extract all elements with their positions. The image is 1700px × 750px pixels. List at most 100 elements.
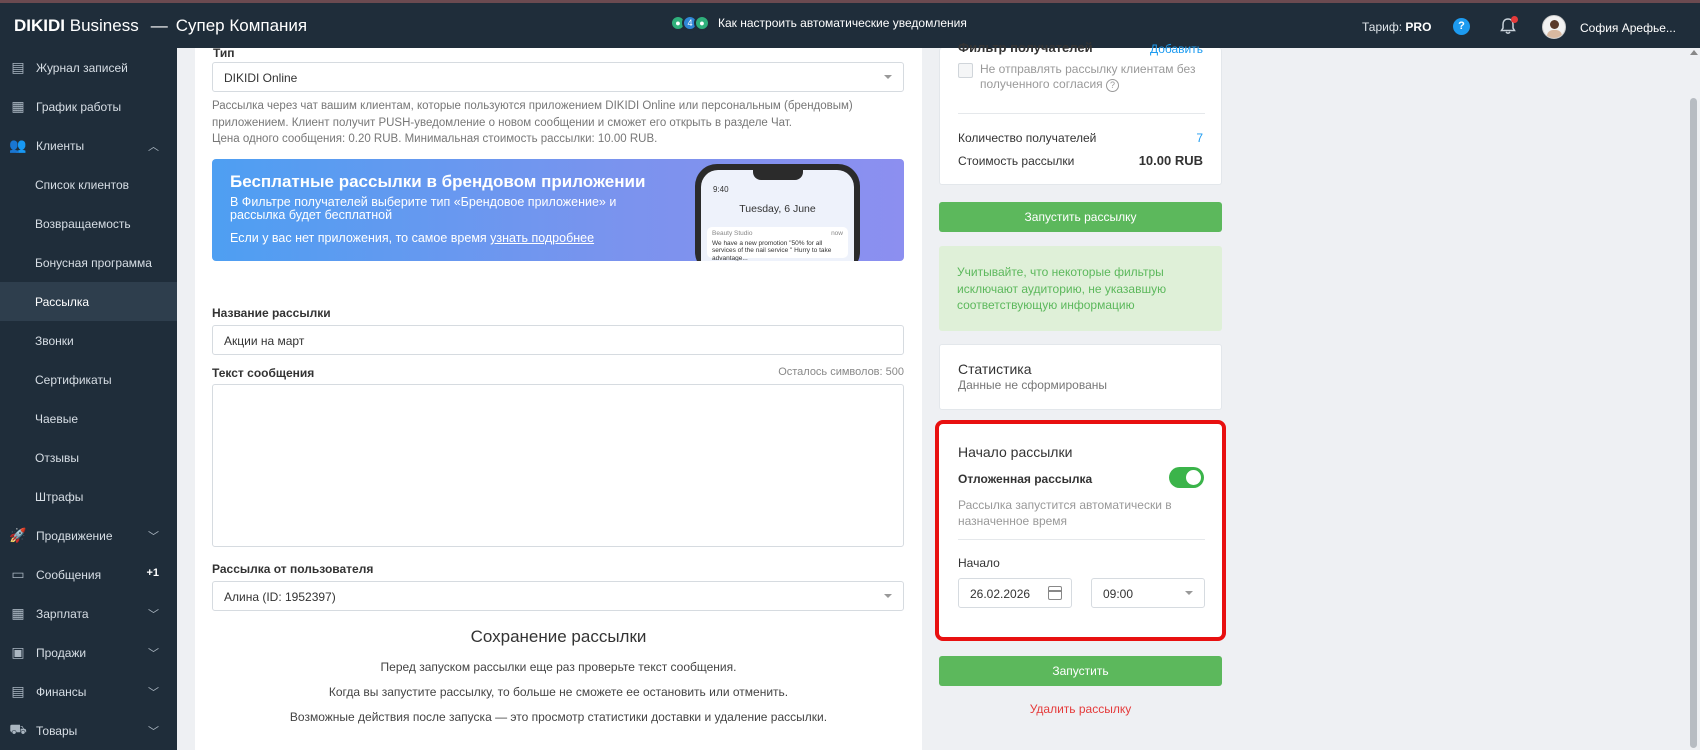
sidebar-item-label: Товары [36,723,78,738]
sidebar-item-journal[interactable]: ▤ Журнал записей [0,48,177,87]
toggle-knob [1186,470,1201,485]
deferred-toggle[interactable] [1169,467,1204,488]
launch-title: Начало рассылки [958,444,1073,460]
sidebar-item-label: Бонусная программа [35,255,152,270]
sidebar-item-calls[interactable]: Звонки [0,321,177,360]
sidebar-item-bonus[interactable]: Бонусная программа [0,243,177,282]
sidebar-item-label: Отзывы [35,450,79,465]
phone-notification: Beauty Studio now We have a new promotion… [707,227,848,261]
brand-app-promo: Бесплатные рассылки в брендовом приложен… [212,159,904,261]
sidebar-item-label: Список клиентов [35,177,130,192]
start-time-select[interactable]: 09:00 [1091,578,1205,608]
name-input[interactable]: Акции на март [212,325,904,355]
name-label: Название рассылки [212,306,331,320]
sidebar-item-label: Чаевые [35,411,79,426]
sidebar-item-messages[interactable]: ▭ Сообщения +1 [0,555,177,594]
sidebar-item-goods[interactable]: ⛟ Товары ﹀ [0,711,177,750]
start-label: Начало [958,556,1000,570]
rocket-icon: 🚀 [9,527,27,543]
add-filter-link[interactable]: Добавить [1150,42,1203,56]
delete-broadcast-link[interactable]: Удалить рассылку [939,702,1222,716]
from-user-value: Алина (ID: 1952397) [224,590,336,604]
brand-suffix: Business [69,16,139,35]
scroll-up-icon[interactable] [1690,50,1698,55]
text-label: Текст сообщения [212,366,315,380]
sidebar-item-retention[interactable]: Возвращаемость [0,204,177,243]
sidebar-item-mailing[interactable]: Рассылка [0,282,177,321]
avatar[interactable] [1542,15,1566,39]
chars-left-counter: Осталось символов: 500 [778,366,904,378]
sidebar-item-label: Клиенты [36,138,85,153]
start-date-input[interactable]: 26.02.2026 [958,578,1072,608]
company-name: Супер Компания [175,16,308,35]
consent-checkbox[interactable] [958,63,973,78]
sidebar-item-label: Сертификаты [35,372,112,387]
sidebar-item-label: Зарплата [36,606,89,621]
hint-text: Как настроить автоматические уведомления [718,16,967,30]
save-note-2: Когда вы запустите рассылку, то больше н… [328,685,789,699]
promo-title: Бесплатные рассылки в брендовом приложен… [230,172,646,191]
sidebar-item-sales[interactable]: ▣ Продажи ﹀ [0,633,177,672]
chevron-down-icon: ﹀ [148,531,159,543]
name-input-value: Акции на март [224,334,305,348]
sidebar-item-promotion[interactable]: 🚀 Продвижение ﹀ [0,516,177,555]
recipients-count-value[interactable]: 7 [1196,131,1203,145]
sidebar-item-schedule[interactable]: ▦ График работы [0,87,177,126]
question-icon[interactable]: ? [1106,79,1120,92]
consent-label: Не отправлять рассылку клиентам без полу… [980,62,1210,92]
chevron-up-icon: ︿ [148,141,159,153]
sidebar-item-label: Продажи [36,645,87,660]
statistics-status: Данные не сформированы [958,378,1108,392]
message-textarea[interactable] [212,384,904,547]
save-title: Сохранение рассылки [470,627,647,646]
divider [958,539,1205,540]
scroll-thumb[interactable] [1690,98,1697,748]
notif-app: Beauty Studio [712,230,753,237]
sidebar-item-reviews[interactable]: Отзывы [0,438,177,477]
brand[interactable]: DIKIDI Business — Супер Компания [14,16,307,36]
phone-time: 9:40 [713,185,729,194]
messages-badge: +1 [146,567,159,579]
chevron-down-icon: ﹀ [148,687,159,699]
page-scrollbar[interactable] [1688,48,1700,750]
user-name[interactable]: София Арефье... [1580,21,1676,35]
start-broadcast-button[interactable]: Запустить рассылку [939,202,1222,232]
statistics-title: Статистика [958,361,1032,377]
calendar-icon[interactable] [1048,586,1062,600]
promo-text: В Фильтре получателей выберите тип «Брен… [230,195,617,222]
sidebar-item-fines[interactable]: Штрафы [0,477,177,516]
sidebar-item-label: График работы [36,99,122,114]
brand-name: DIKIDI [14,16,65,35]
sidebar-item-clients[interactable]: 👥 Клиенты ︿ [0,126,177,165]
sidebar-item-finance[interactable]: ▤ Финансы ﹀ [0,672,177,711]
cost-label: Стоимость рассылки [958,154,1075,168]
messages-icon: ▭ [11,566,25,582]
help-icon[interactable]: ? [1453,18,1470,35]
chevron-down-icon: ﹀ [148,726,159,738]
sidebar-item-client-list[interactable]: Список клиентов [0,165,177,204]
promo-text-2-lead: Если у вас нет приложения, то самое врем… [230,231,487,245]
chevron-down-icon: ﹀ [148,648,159,660]
consent-label-text: Не отправлять рассылку клиентам без полу… [980,62,1196,91]
tariff-value: PRO [1405,20,1432,34]
notifications-hint[interactable]: ● 4 ● Как настроить автоматические уведомл… [670,15,967,31]
notification-dot [1511,16,1518,23]
tariff: Тариф: PRO [1362,20,1431,34]
sidebar-item-salary[interactable]: ▦ Зарплата ﹀ [0,594,177,633]
sidebar-item-certificates[interactable]: Сертификаты [0,360,177,399]
hint-icon: ● 4 ● [670,15,710,31]
sidebar-item-label: Штрафы [35,489,84,504]
filter-warning-note: Учитывайте, что некоторые фильтры исключ… [939,246,1222,331]
salary-icon: ▦ [11,605,25,621]
dropdown-arrow-icon [884,594,892,598]
learn-more-link[interactable]: узнать подробнее [490,231,594,245]
launch-button[interactable]: Запустить [939,656,1222,686]
from-user-select[interactable]: Алина (ID: 1952397) [212,581,904,611]
sidebar-item-label: Рассылка [35,294,90,309]
dropdown-arrow-icon [1185,591,1193,595]
sidebar-item-label: Сообщения [36,567,102,582]
type-select[interactable]: DIKIDI Online [212,62,904,92]
sidebar-item-tips[interactable]: Чаевые [0,399,177,438]
type-description-text: Рассылка через чат вашим клиентам, котор… [212,100,853,129]
bell-icon[interactable] [1498,16,1518,36]
